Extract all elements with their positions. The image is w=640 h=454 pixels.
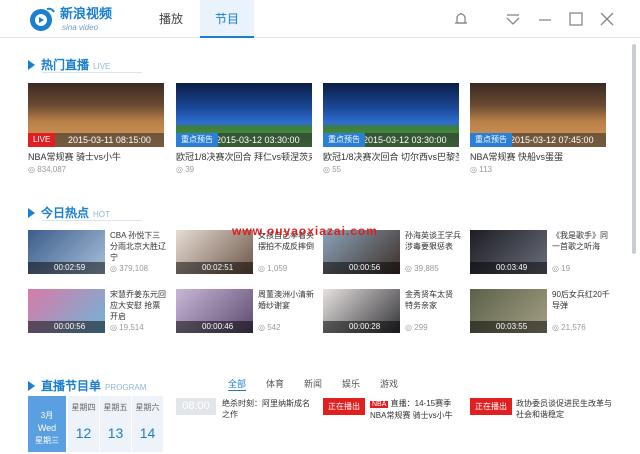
title-bar: 新浪视频 sina video 播放 节目 — [0, 0, 640, 38]
hot-item[interactable]: 00:00:28 金秀贤车太贤 特务亲家 ◎ 299 — [323, 289, 461, 333]
live-thumbnail: 2015-03-12 07:45:00 重点预告 — [470, 83, 606, 147]
hot-item[interactable]: 00:00:56 宋慧乔姜东元回应大安慰 抢票开启 ◎ 19,514 — [28, 289, 166, 333]
hot-title: CBA 孙悦下三分雨北京大胜辽宁 — [110, 231, 166, 262]
view-count: ◎ 19,514 — [110, 323, 144, 332]
today-date-block[interactable]: 3月 Wed 星期三 — [28, 396, 66, 452]
hot-thumbnail: 00:03:49 — [470, 230, 547, 274]
filter-all[interactable]: 全部 — [228, 377, 247, 391]
view-count: ◎ 379,108 — [110, 264, 149, 273]
on-air-badge: 正在播出 — [323, 398, 365, 415]
minimize-icon[interactable] — [536, 10, 554, 28]
hot-section-title: 今日热点 HOT — [28, 204, 142, 221]
hot-title: 周董澳洲小清新婚纱谢宴 — [258, 290, 314, 310]
hot-title: 宋慧乔姜东元回应大安慰 抢票开启 — [110, 290, 166, 321]
live-title: 欧冠1/8决赛次回合 切尔西vs巴黎圣 — [323, 152, 459, 162]
live-thumbnail: 2015-03-11 08:15:00 LIVE — [28, 83, 164, 147]
program-item[interactable]: 政协委员谈促进民生改革与社会和谐稳定 — [516, 398, 612, 420]
triangle-icon — [28, 59, 35, 70]
hot-item[interactable]: 00:02:59 CBA 孙悦下三分雨北京大胜辽宁 ◎ 379,108 — [28, 230, 166, 274]
live-card[interactable]: 2015-03-12 03:30:00 重点预告 欧冠1/8决赛次回合 切尔西v… — [323, 83, 459, 174]
hot-item[interactable]: 00:03:55 90后女兵红20千导弹 ◎ 21,576 — [470, 289, 610, 333]
nba-tag: NBA — [370, 401, 389, 408]
live-card[interactable]: 2015-03-11 08:15:00 LIVE NBA常规赛 骑士vs小牛 ◎… — [28, 83, 164, 174]
program-time: 08:00 — [176, 398, 216, 415]
live-card[interactable]: 2015-03-12 03:30:00 重点预告 欧冠1/8决赛次回合 拜仁vs… — [176, 83, 312, 174]
triangle-icon — [28, 207, 35, 218]
hot-title: 孙海英谈王学兵涉毒要狠惩表 — [405, 231, 461, 251]
hot-thumbnail: 00:00:56 — [28, 289, 105, 333]
view-count: ◎ 21,576 — [552, 323, 586, 332]
close-icon[interactable] — [598, 10, 616, 28]
menu-dropdown-icon[interactable] — [504, 10, 522, 28]
hot-item[interactable]: 00:03:49 《我是歌手》同一首歌之听海 ◎ 19 — [470, 230, 608, 274]
day-selector[interactable]: 星期五 13 — [100, 396, 131, 452]
watermark: www.ouyaoxiazai.com — [232, 224, 378, 238]
preview-badge: 重点预告 — [323, 133, 365, 147]
hot-thumbnail: 00:03:55 — [470, 289, 547, 333]
hot-title: 90后女兵红20千导弹 — [552, 290, 610, 310]
filter-games[interactable]: 游戏 — [380, 377, 398, 390]
live-title: 欧冠1/8决赛次回合 拜仁vs顿涅茨克 — [176, 152, 312, 162]
hot-thumbnail: 00:02:59 — [28, 230, 105, 274]
live-section-title: 热门直播 LIVE — [28, 56, 142, 73]
day-selector[interactable]: 星期四 12 — [68, 396, 99, 452]
hot-thumbnail: 00:00:46 — [176, 289, 253, 333]
tab-play[interactable]: 播放 — [148, 0, 194, 38]
filter-news[interactable]: 新闻 — [304, 377, 322, 390]
hot-title: 《我是歌手》同一首歌之听海 — [552, 231, 608, 251]
preview-badge: 重点预告 — [176, 133, 218, 147]
app-name-en: sina video — [62, 23, 99, 32]
preview-badge: 重点预告 — [470, 133, 512, 147]
view-count: ◎ 299 — [405, 323, 428, 332]
program-item[interactable]: NBA 直播：14-15赛季 NBA常规赛 骑士vs小牛 — [370, 398, 460, 421]
triangle-icon — [28, 380, 35, 391]
view-count: ◎ 19 — [552, 264, 571, 273]
view-count: ◎ 1,059 — [258, 264, 288, 273]
live-thumbnail: 2015-03-12 03:30:00 重点预告 — [323, 83, 459, 147]
hot-item[interactable]: 00:00:46 周董澳洲小清新婚纱谢宴 ◎ 542 — [176, 289, 314, 333]
schedule-section-title: 直播节目单 PROGRAM — [28, 377, 146, 394]
filter-entertainment[interactable]: 娱乐 — [342, 377, 360, 390]
live-card[interactable]: 2015-03-12 07:45:00 重点预告 NBA常规赛 快船vs蛋蛋 ◎… — [470, 83, 606, 174]
sina-video-logo-icon — [30, 7, 55, 31]
day-selector[interactable]: 星期六 14 — [132, 396, 163, 452]
hot-title: 金秀贤车太贤 特务亲家 — [405, 290, 453, 310]
bell-icon[interactable] — [452, 10, 470, 28]
scrollbar[interactable] — [632, 44, 636, 254]
live-title: NBA常规赛 骑士vs小牛 — [28, 152, 122, 162]
view-count: ◎ 39 — [176, 165, 195, 174]
view-count: ◎ 834,087 — [28, 165, 67, 174]
view-count: ◎ 39,885 — [405, 264, 439, 273]
on-air-badge: 正在播出 — [470, 398, 512, 415]
filter-sports[interactable]: 体育 — [266, 377, 284, 390]
view-count: ◎ 55 — [323, 165, 342, 174]
live-thumbnail: 2015-03-12 03:30:00 重点预告 — [176, 83, 312, 147]
live-title: NBA常规赛 快船vs蛋蛋 — [470, 152, 564, 162]
hot-thumbnail: 00:00:28 — [323, 289, 400, 333]
view-count: ◎ 113 — [470, 165, 492, 174]
app-name: 新浪视频 — [60, 6, 113, 21]
tab-programs[interactable]: 节目 — [200, 0, 254, 38]
maximize-icon[interactable] — [567, 10, 585, 28]
program-item[interactable]: 绝杀时刻：阿里纳斯成名之作 — [222, 398, 312, 420]
view-count: ◎ 542 — [258, 323, 281, 332]
live-badge: LIVE — [28, 133, 56, 147]
